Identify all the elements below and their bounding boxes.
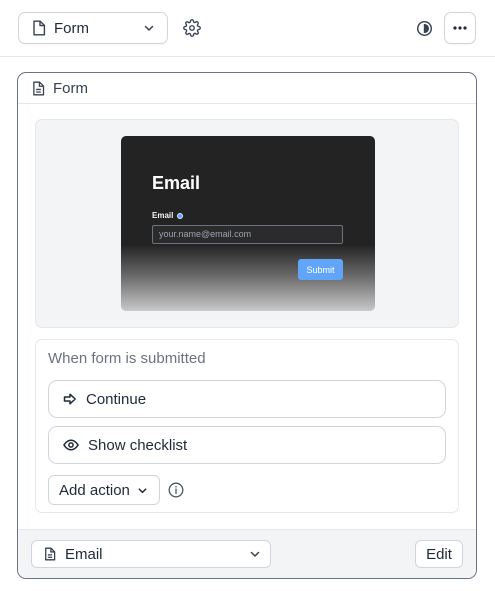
preview-form-title: Email — [152, 173, 201, 193]
preview-submit-button: Submit — [298, 259, 343, 280]
arrow-right-icon — [63, 392, 77, 406]
card-footer: Email Edit — [18, 529, 476, 578]
add-action-label: Add action — [59, 481, 130, 499]
required-indicator-icon — [177, 212, 184, 219]
document-icon — [32, 20, 46, 36]
add-action-button[interactable]: Add action — [48, 475, 160, 505]
submit-actions-panel: When form is submitted Continue Show che… — [35, 339, 459, 513]
chevron-down-icon — [137, 485, 148, 496]
action-continue[interactable]: Continue — [48, 380, 446, 418]
actions-heading: When form is submitted — [48, 350, 206, 367]
field-select[interactable]: Email — [31, 540, 271, 568]
form-block-card: Form Email Email your.name@email.com Sub… — [17, 72, 477, 579]
contrast-icon[interactable] — [414, 18, 434, 38]
preview-email-input: your.name@email.com — [152, 225, 343, 244]
top-toolbar: Form — [0, 0, 495, 57]
action-label: Show checklist — [88, 436, 188, 454]
gear-icon[interactable] — [182, 18, 202, 38]
action-label: Continue — [86, 390, 147, 408]
document-icon — [32, 81, 45, 96]
action-show-checklist[interactable]: Show checklist — [48, 426, 446, 464]
block-type-label: Form — [54, 19, 89, 37]
form-preview-area[interactable]: Email Email your.name@email.com Submit — [35, 119, 459, 328]
document-icon — [44, 547, 56, 561]
edit-button[interactable]: Edit — [415, 540, 463, 568]
card-title: Form — [53, 79, 88, 97]
chevron-down-icon — [249, 548, 261, 560]
eye-icon — [63, 438, 79, 452]
form-preview-thumbnail: Email Email your.name@email.com Submit — [121, 136, 375, 311]
info-icon[interactable] — [168, 482, 184, 498]
preview-field-label: Email — [152, 211, 184, 220]
more-horizontal-icon — [453, 26, 467, 30]
block-type-select[interactable]: Form — [18, 12, 168, 44]
more-options-button[interactable] — [444, 12, 476, 44]
card-header: Form — [18, 73, 476, 104]
preview-field-label-text: Email — [152, 211, 174, 220]
field-select-label: Email — [65, 545, 103, 563]
chevron-down-icon — [143, 22, 155, 34]
